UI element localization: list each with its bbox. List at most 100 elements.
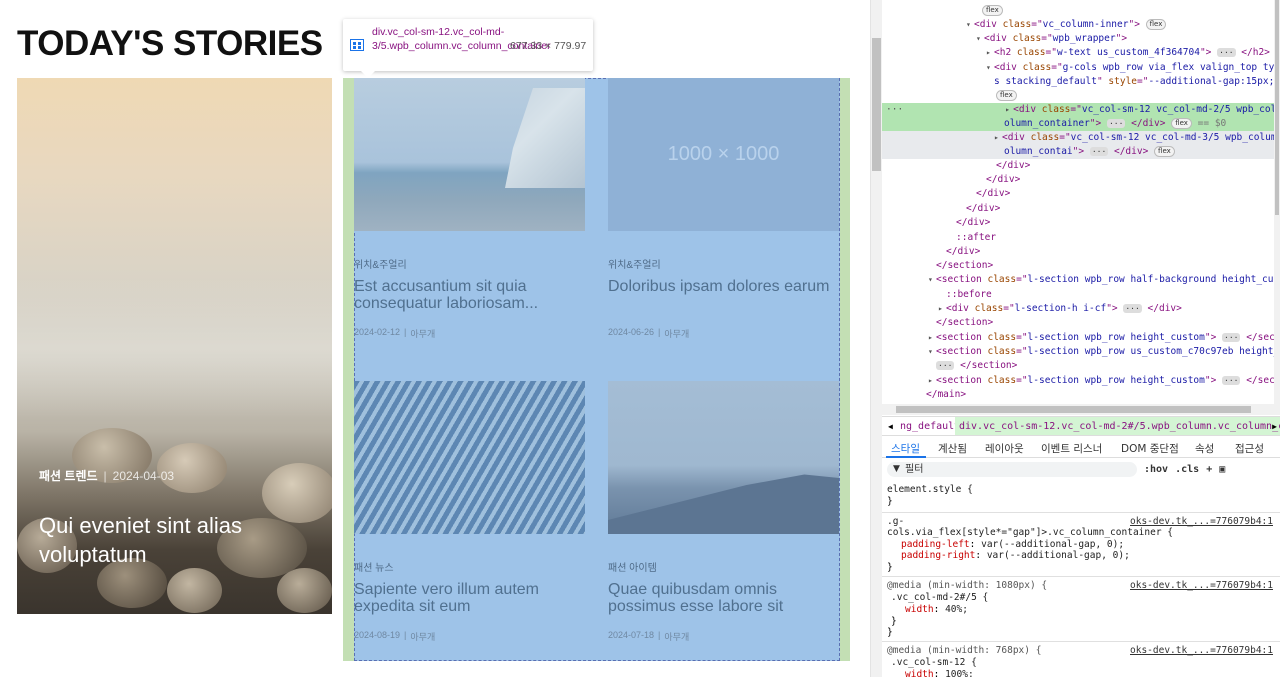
screen: TODAY'S STORIES 패션 트렌드 | 2024-04-03 Qui … [0,0,1280,677]
dom-close-tag[interactable]: </main> [882,388,1274,402]
story-author[interactable]: 아무개 [664,327,689,340]
css-declaration[interactable]: width: 100%; [887,669,1273,677]
css-property[interactable]: width [905,604,934,615]
hero-title[interactable]: Qui eveniet sint alias voluptatum [39,511,309,569]
dom-close-tag[interactable]: </div> [882,187,1274,201]
collapse-triangle-icon[interactable]: ▾ [976,32,984,46]
story-author[interactable]: 아무개 [410,630,435,643]
story-thumbnail[interactable] [608,381,839,534]
dom-close-tag[interactable]: </section> [882,316,1274,330]
elements-horizontal-scrollbar[interactable] [882,404,1280,415]
chevron-left-icon[interactable]: ◀ [888,417,893,435]
story-category[interactable]: 패션 뉴스 [354,559,394,574]
story-category[interactable]: 위치&주얼리 [608,256,661,271]
tab-layout[interactable]: 레이아웃 [985,441,1024,456]
dom-close-tag[interactable]: </div> [882,216,1274,230]
dom-node-hovered[interactable]: ▸ <div class="vc_col-sm-12 vc_col-md-3/5 … [882,131,1280,145]
cls-toggle-button[interactable]: .cls [1175,462,1199,477]
toggle-sidebar-icon[interactable]: ▣ [1219,462,1225,477]
collapse-triangle-icon[interactable]: ▾ [966,18,974,32]
breadcrumb-item-selected[interactable]: div.vc_col-sm-12.vc_col-md-2#/5.wpb_colu… [955,417,1280,435]
tab-dom-breakpoints[interactable]: DOM 중단점 [1121,441,1179,456]
css-value[interactable]: 40%; [945,604,968,615]
css-property[interactable]: padding-right [901,550,975,561]
story-title[interactable]: Est accusantium sit quia consequatur lab… [354,278,585,312]
elements-vertical-scrollbar[interactable] [1274,0,1280,404]
css-property[interactable]: padding-left [901,539,970,550]
hov-toggle-button[interactable]: :hov [1144,462,1168,477]
rule-source-link[interactable]: oks-dev.tk_...=776079b4:1 [1130,645,1273,657]
dom-close-tag[interactable]: </section> [882,259,1274,273]
story-thumbnail-placeholder[interactable]: 1000 × 1000 [608,78,839,231]
story-author[interactable]: 아무개 [664,630,689,643]
dom-node[interactable]: ▾ <div class="g-cols wpb_row via_flex val… [882,61,1280,75]
css-declaration[interactable]: padding-right: var(--additional-gap, 0); [887,550,1273,562]
dom-pseudo-after[interactable]: ::after [882,231,1274,245]
dom-close-tag[interactable]: </div> [882,173,1274,187]
css-value[interactable]: var(--additional-gap, 0); [987,550,1130,561]
element-style-rule[interactable]: element.style { [887,484,1273,496]
story-card[interactable]: 패션 아이템 Quae quibusdam omnis possimus ess… [608,381,839,642]
rule-selector[interactable]: .vc_col-md-2#/5 { [887,592,1273,604]
dom-node[interactable]: flex [882,89,1274,103]
chevron-right-icon[interactable]: ▶ [1272,417,1277,435]
dom-node[interactable]: ▾ <div class="wpb_wrapper"> [882,32,1274,46]
tab-accessibility[interactable]: 접근성 [1235,441,1264,456]
story-card[interactable]: 패션 뉴스 Sapiente vero illum autem expedita… [354,381,585,642]
dom-close-tag[interactable]: </div> [882,202,1274,216]
story-category[interactable]: 패션 아이템 [608,559,657,574]
tab-event-listeners[interactable]: 이벤트 리스너 [1041,441,1102,456]
rule-source-link[interactable]: oks-dev.tk_...=776079b4:1 [1130,516,1273,528]
dom-close-tag[interactable]: </div> [882,159,1274,173]
tab-computed[interactable]: 계산됨 [938,441,967,456]
dom-node[interactable]: ▾ <section class="l-section wpb_row half-… [882,273,1280,287]
story-card[interactable]: 위치&주얼리 Est accusantium sit quia consequa… [354,78,585,339]
dom-node[interactable]: ▸ <section class="l-section wpb_row heigh… [882,374,1280,388]
css-declaration[interactable]: width: 40%; [887,604,1273,616]
dom-node[interactable]: ▸ <h2 class="w-text us_custom_4f364704"> … [882,46,1274,60]
story-card[interactable]: 1000 × 1000 위치&주얼리 Doloribus ipsam dolor… [608,78,839,339]
page-scrollbar[interactable] [870,0,882,677]
dom-node[interactable]: flex [882,4,1274,18]
rule-selector[interactable]: cols.via_flex[style*="gap"]>.vc_column_c… [887,516,1273,539]
story-author[interactable]: 아무개 [410,327,435,340]
breadcrumb-item[interactable]: ng_default [900,417,960,435]
rule-selector[interactable]: .vc_col-sm-12 { [887,657,1273,669]
story-title[interactable]: Quae quibusdam omnis possimus esse labor… [608,581,839,615]
styles-filter-input[interactable]: ▼ 필터 [887,462,1137,477]
dom-node-selected-continued[interactable]: olumn_container"> ··· </div> flex == $0 [882,117,1274,131]
elements-hscroll-thumb[interactable] [896,406,1251,413]
dom-node-hovered-continued[interactable]: olumn_contai"> ··· </div> flex [882,145,1274,159]
hero-story-card[interactable]: 패션 트렌드 | 2024-04-03 Qui eveniet sint ali… [17,78,332,614]
dom-pseudo-before[interactable]: ::before [882,288,1274,302]
rule-brace: } [887,496,893,507]
tab-styles[interactable]: 스타일 [891,441,920,456]
expand-triangle-icon[interactable]: ▸ [986,46,994,60]
story-title[interactable]: Doloribus ipsam dolores earum [608,278,839,295]
dom-node[interactable]: ▸ <section class="l-section wpb_row heigh… [882,331,1280,345]
page-scrollbar-thumb[interactable] [872,38,881,171]
collapse-triangle-icon[interactable]: ▾ [986,61,994,75]
elements-scrollbar-thumb[interactable] [1275,0,1279,215]
dom-node-selected[interactable]: ··· ▸ <div class="vc_col-sm-12 vc_col-md-2… [882,103,1280,117]
dom-node[interactable]: ▸ <div class="l-section-h i-cf"> ··· </di… [882,302,1274,316]
story-title[interactable]: Sapiente vero illum autem expedita sit e… [354,581,585,615]
dom-node-continued[interactable]: ··· </section> [882,359,1274,373]
story-thumbnail[interactable] [354,381,585,534]
hero-category[interactable]: 패션 트렌드 [39,467,98,484]
elements-tree[interactable]: flex ▾ <div class="vc_column-inner"> flex… [882,0,1280,404]
dom-close-tag[interactable]: </div> [882,245,1274,259]
story-category[interactable]: 위치&주얼리 [354,256,407,271]
flex-badge[interactable]: flex [982,5,1003,16]
rule-source-link[interactable]: oks-dev.tk_...=776079b4:1 [1130,580,1273,592]
new-rule-button[interactable]: + [1206,462,1212,477]
css-value[interactable]: 100%; [945,669,974,677]
story-thumbnail[interactable] [354,78,585,231]
tab-properties[interactable]: 속성 [1195,441,1214,456]
dom-node-continued[interactable]: s stacking_default" style="--additional-… [882,75,1280,89]
css-value[interactable]: var(--additional-gap, 0); [981,539,1124,550]
css-property[interactable]: width [905,669,934,677]
dom-node[interactable]: ▾ <section class="l-section wpb_row us_cu… [882,345,1280,359]
dom-node[interactable]: ▾ <div class="vc_column-inner"> flex [882,18,1274,32]
styles-tabbar: 스타일 계산됨 레이아웃 이벤트 리스너 DOM 중단점 속성 접근성 [882,437,1280,458]
